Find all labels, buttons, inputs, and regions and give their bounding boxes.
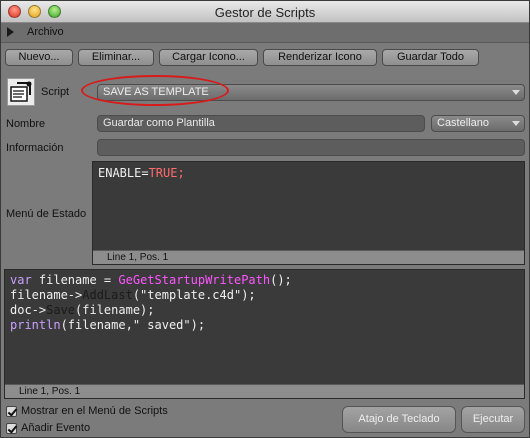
script-icon (7, 78, 35, 106)
status-menu-position: Line 1, Pos. 1 (93, 250, 524, 264)
code-line-4: println(filename," saved"); (10, 318, 206, 332)
add-event-label: Añadir Evento (21, 422, 91, 434)
render-icon-button[interactable]: Renderizar Icono (263, 49, 377, 66)
menu-arrow-icon[interactable] (7, 27, 14, 37)
save-all-button[interactable]: Guardar Todo (382, 49, 479, 66)
code-line-2: filename->AddLast("template.c4d"); (10, 288, 256, 302)
window-title: Gestor de Scripts (214, 5, 316, 20)
language-select-value: Castellano (437, 117, 489, 129)
load-icon-button[interactable]: Cargar Icono... (159, 49, 258, 66)
script-manager-window: Gestor de Scripts Archivo Nuevo... Elimi… (0, 0, 530, 438)
menu-bar: Archivo (1, 23, 529, 43)
code-line-1: var filename = GeGetStartupWritePath(); (10, 273, 292, 287)
menu-archivo[interactable]: Archivo (27, 26, 64, 38)
chevron-down-icon (512, 90, 520, 95)
add-event-checkbox[interactable] (6, 423, 17, 434)
editor-position: Line 1, Pos. 1 (5, 384, 524, 398)
language-select[interactable]: Castellano (431, 115, 525, 132)
script-code-editor[interactable]: var filename = GeGetStartupWritePath(); … (4, 269, 525, 399)
status-menu-label: Menú de Estado (6, 208, 87, 220)
status-menu-code: ENABLE=TRUE; (98, 166, 185, 180)
name-label: Nombre (6, 118, 46, 130)
script-select[interactable]: SAVE AS TEMPLATE (97, 84, 525, 101)
execute-button[interactable]: Ejecutar (461, 406, 525, 433)
script-select-value: SAVE AS TEMPLATE (103, 86, 209, 98)
status-menu-editor[interactable]: ENABLE=TRUE; Line 1, Pos. 1 (92, 161, 525, 265)
shortcut-button[interactable]: Atajo de Teclado (342, 406, 456, 433)
new-button[interactable]: Nuevo... (5, 49, 73, 66)
show-in-menu-label: Mostrar en el Menú de Scripts (21, 405, 168, 417)
show-in-menu-checkbox[interactable] (6, 406, 17, 417)
delete-button[interactable]: Eliminar... (78, 49, 154, 66)
chevron-down-icon (512, 121, 520, 126)
name-field[interactable]: Guardar como Plantilla (97, 115, 425, 132)
info-field[interactable] (97, 139, 525, 156)
title-bar: Gestor de Scripts (1, 1, 529, 23)
info-label: Información (6, 142, 64, 154)
code-line-3: doc->Save(filename); (10, 303, 155, 317)
script-label: Script (41, 86, 70, 98)
